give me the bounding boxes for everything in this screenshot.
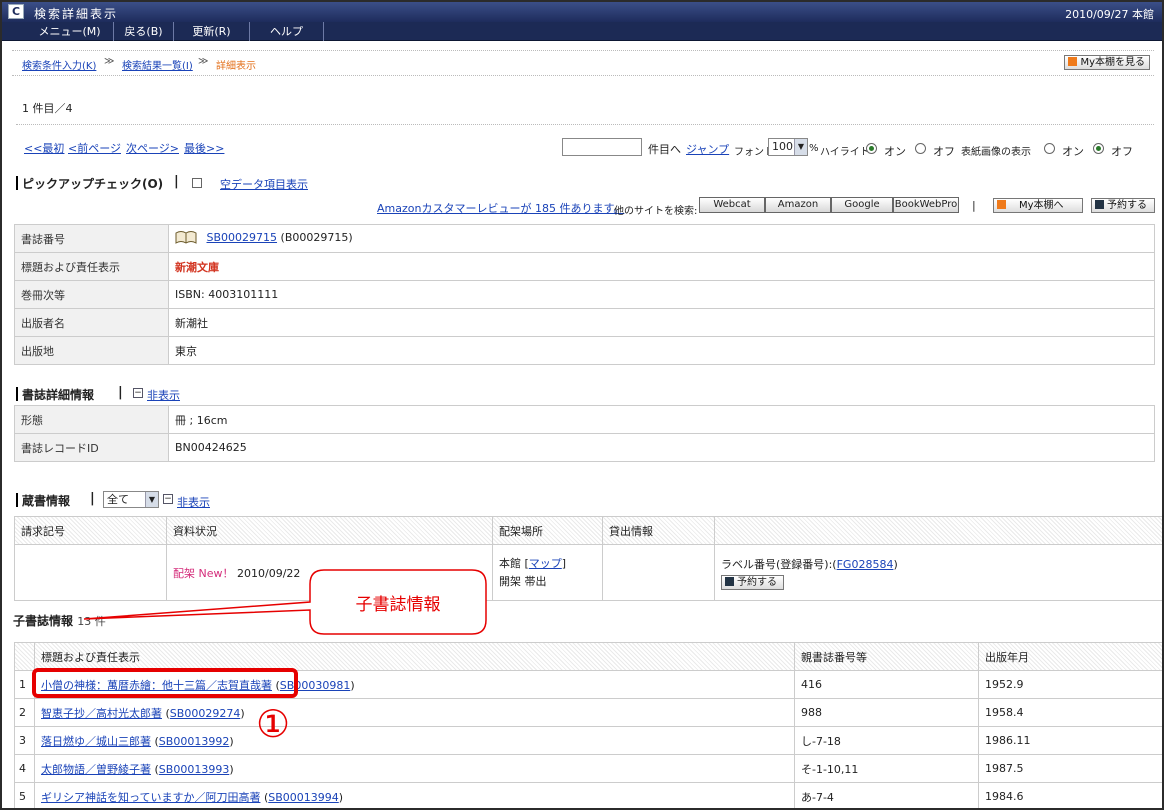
callout-number: ① xyxy=(256,702,291,746)
highlight-box xyxy=(32,668,298,698)
browser-window: C 検索詳細表示 2010/09/27 本館 メニュー(M) 戻る(B) 更新(… xyxy=(0,0,1164,810)
callout-label: 子書誌情報 xyxy=(355,595,441,615)
